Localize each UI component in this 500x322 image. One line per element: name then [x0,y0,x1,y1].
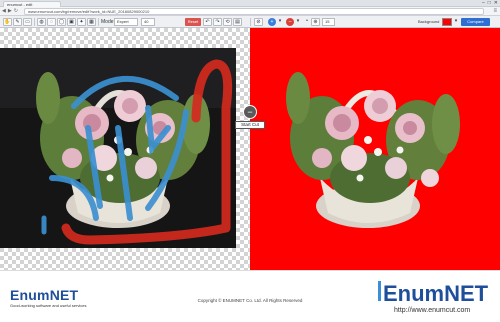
result-image-pane[interactable] [250,28,500,270]
hand-icon[interactable]: ✋ [3,18,12,26]
back-icon[interactable]: ◀ [2,8,6,15]
reset-button[interactable]: Reset [185,18,201,26]
logo-accent-bar [378,281,381,301]
site-url-link[interactable]: http://www.enumcut.com [394,307,470,314]
dot-icon[interactable]: • [304,18,310,26]
enumnet-logo-large[interactable]: EnumNET [383,281,488,307]
editor-workarea: − Start Cut [0,28,500,270]
result-image [286,72,460,228]
url-field[interactable]: www.enumcut.com/bg/remove/edit?work_id=N… [24,8,484,15]
plus-icon[interactable]: + [268,18,276,26]
background-color-swatch[interactable] [442,18,452,26]
address-bar: ◀ ▶ ↻ www.enumcut.com/bg/remove/edit?wor… [0,7,500,16]
footer-tagline: Good-working software and useful service… [10,303,87,308]
window-controls: – □ ✕ [482,0,498,6]
close-icon[interactable]: ✕ [494,0,498,6]
save-icon[interactable]: ▤ [233,18,242,26]
app-toolbar: ✋ ✎ ▭ ◍ ◌ ◯ ▣ ✦ ▦ Mode: Expert 40 Reset … [0,16,500,28]
toolbar-divider [98,18,99,26]
maximize-icon[interactable]: □ [488,0,491,6]
redo-icon[interactable]: ↷ [213,18,222,26]
fill-icon[interactable]: ▣ [67,18,76,26]
nav-buttons: ◀ ▶ ↻ [2,8,18,15]
brush-icon[interactable]: ✎ [13,18,22,26]
lasso-icon[interactable]: ◯ [57,18,66,26]
remove-brush-icon[interactable]: ◌ [47,18,56,26]
menu-icon[interactable]: ≡ [493,8,497,15]
minimize-icon[interactable]: – [482,0,485,6]
mode-label: Mode: [101,19,115,25]
brush-size-select[interactable]: 40 [141,18,155,26]
pick-icon[interactable]: ✦ [77,18,86,26]
reload-icon[interactable]: ↻ [14,8,18,15]
zoom-icon[interactable]: ⊘ [254,18,263,26]
toolbar-divider [250,18,251,26]
original-image-pane[interactable] [0,28,250,270]
magnify-icon[interactable]: ⊕ [311,18,320,26]
chevron-down-icon[interactable]: ▾ [277,18,283,26]
chevron-down-icon[interactable]: ▾ [453,18,459,26]
undo-icon[interactable]: ↶ [203,18,212,26]
start-cut-icon[interactable]: − [243,105,257,119]
zoom-select[interactable]: 15 [322,18,335,26]
minus-icon[interactable]: – [286,18,294,26]
start-cut-button[interactable]: Start Cut [235,121,265,129]
start-cut-control[interactable]: − Start Cut [234,105,266,135]
toolbar-divider [34,18,35,26]
compare-button[interactable]: Compare [461,18,490,26]
original-image [0,48,236,248]
page-footer: EnumNET Good-working software and useful… [0,270,500,322]
forward-icon[interactable]: ▶ [8,8,12,15]
chevron-down-icon[interactable]: ▾ [295,18,301,26]
app-root: enumcut - edit – □ ✕ ◀ ▶ ↻ www.enumcut.c… [0,0,500,322]
eraser-icon[interactable]: ▭ [23,18,32,26]
grid-icon[interactable]: ▦ [87,18,96,26]
mode-select[interactable]: Expert [114,18,138,26]
keep-brush-icon[interactable]: ◍ [37,18,46,26]
browser-titlebar: enumcut - edit – □ ✕ [0,0,500,7]
background-label: Background [418,19,440,24]
history-icon[interactable]: ⟲ [223,18,232,26]
